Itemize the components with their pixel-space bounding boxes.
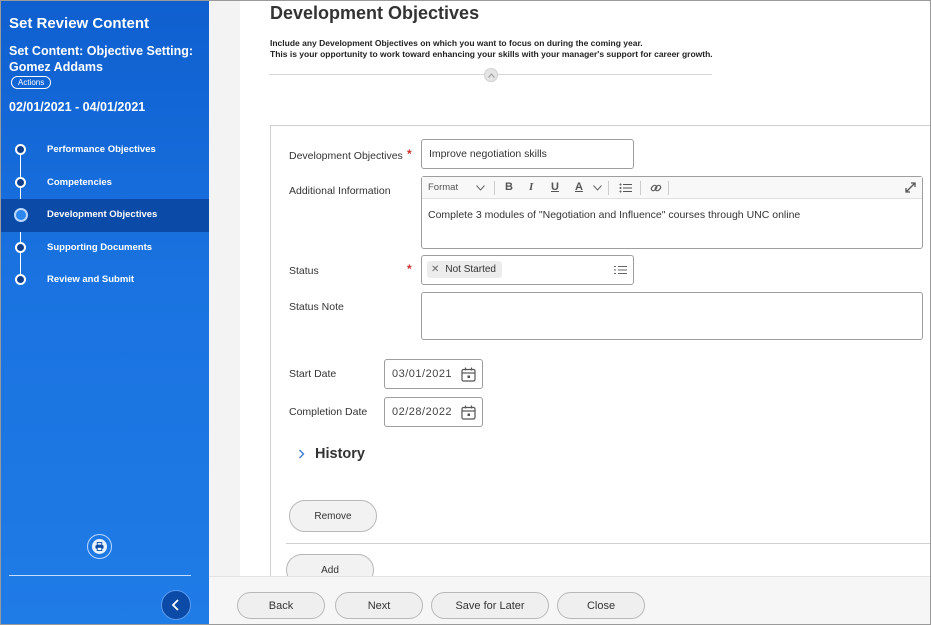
- toolbar-separator: [608, 181, 609, 195]
- status-chip: ✕ Not Started: [427, 261, 502, 278]
- description-line: This is your opportunity to work toward …: [270, 49, 713, 59]
- description-line: Include any Development Objectives on wh…: [270, 38, 643, 48]
- sidebar-subtitle: Set Content: Objective Setting: Gomez Ad…: [9, 44, 194, 74]
- font-color-button[interactable]: A: [575, 181, 583, 193]
- start-date-label: Start Date: [289, 368, 337, 380]
- toolbar-separator: [668, 181, 669, 195]
- chevron-right-icon: [299, 449, 305, 459]
- required-marker: *: [407, 147, 412, 161]
- step-list: Performance Objectives Competencies Deve…: [1, 134, 209, 297]
- calendar-icon[interactable]: [461, 367, 476, 382]
- expand-icon[interactable]: [905, 182, 916, 193]
- completion-date-value: 02/28/2022: [392, 406, 453, 418]
- calendar-icon[interactable]: [461, 405, 476, 420]
- editor-toolbar: Format B I U A: [422, 177, 922, 199]
- step-dot-active: [13, 208, 28, 222]
- objective-card: Development Objectives * Improve negotia…: [270, 125, 930, 586]
- start-date-input[interactable]: 03/01/2021: [384, 359, 483, 389]
- printer-icon: [92, 539, 107, 554]
- step-competencies[interactable]: Competencies: [1, 167, 209, 200]
- format-dropdown[interactable]: Format: [428, 182, 458, 193]
- bulleted-list-icon[interactable]: [619, 183, 632, 193]
- required-marker: *: [407, 262, 412, 276]
- close-button[interactable]: Close: [557, 592, 645, 619]
- chevron-down-icon: [476, 185, 485, 191]
- back-button[interactable]: Back: [237, 592, 325, 619]
- step-review-and-submit[interactable]: Review and Submit: [1, 264, 209, 297]
- step-dot: [15, 144, 26, 155]
- step-dot: [15, 176, 26, 188]
- sidebar: Set Review Content Set Content: Objectiv…: [1, 1, 209, 624]
- sidebar-title: Set Review Content: [9, 15, 150, 32]
- dev-objective-label: Development Objectives: [289, 150, 403, 162]
- toolbar-separator: [494, 181, 495, 195]
- link-icon[interactable]: [650, 182, 662, 194]
- footer-bar: Back Next Save for Later Close: [209, 576, 930, 624]
- print-button[interactable]: [87, 534, 112, 559]
- app-window: Set Review Content Set Content: Objectiv…: [0, 0, 931, 625]
- step-development-objectives[interactable]: Development Objectives: [1, 199, 209, 232]
- card-divider: [286, 543, 930, 544]
- actions-button[interactable]: Actions: [11, 76, 52, 89]
- completion-date-label: Completion Date: [289, 406, 368, 418]
- step-label: Development Objectives: [47, 209, 158, 220]
- step-label: Review and Submit: [47, 274, 135, 285]
- chevron-up-icon: [487, 72, 495, 78]
- dev-objective-input[interactable]: Improve negotiation skills: [421, 139, 634, 169]
- next-button[interactable]: Next: [335, 592, 423, 619]
- history-toggle[interactable]: History: [298, 446, 365, 462]
- sidebar-divider: [9, 575, 191, 576]
- page-title: Development Objectives: [270, 3, 480, 23]
- collapse-sidebar-button[interactable]: [161, 590, 191, 620]
- step-label: Performance Objectives: [47, 144, 156, 155]
- step-dot: [15, 274, 26, 285]
- additional-info-value: Complete 3 modules of "Negotiation and I…: [428, 209, 801, 221]
- history-label: History: [315, 446, 365, 462]
- date-range: 02/01/2021 - 04/01/2021: [9, 100, 146, 114]
- remove-chip-icon[interactable]: ✕: [431, 264, 439, 275]
- left-gutter: [209, 1, 240, 576]
- main-content: Development Objectives Include any Devel…: [209, 1, 930, 624]
- start-date-value: 03/01/2021: [392, 368, 453, 380]
- bold-button[interactable]: B: [505, 181, 513, 193]
- status-chip-label: Not Started: [445, 264, 496, 275]
- dev-objective-value: Improve negotiation skills: [429, 148, 547, 160]
- remove-button[interactable]: Remove: [289, 500, 377, 532]
- additional-info-label: Additional Information: [289, 185, 391, 197]
- save-for-later-button[interactable]: Save for Later: [431, 592, 549, 619]
- step-supporting-documents[interactable]: Supporting Documents: [1, 232, 209, 265]
- list-prompt-icon[interactable]: [614, 265, 627, 275]
- underline-button[interactable]: U: [551, 181, 559, 193]
- chevron-down-icon: [593, 185, 602, 191]
- status-label: Status: [289, 265, 319, 277]
- page-description: Include any Development Objectives on wh…: [270, 38, 713, 60]
- step-dot: [15, 241, 26, 253]
- step-label: Competencies: [47, 176, 112, 188]
- collapse-description-button[interactable]: [484, 68, 498, 82]
- completion-date-input[interactable]: 02/28/2022: [384, 397, 483, 427]
- step-label: Supporting Documents: [47, 241, 153, 253]
- italic-button[interactable]: I: [529, 181, 533, 193]
- additional-info-editor[interactable]: Format B I U A Complete 3 modules of "Ne…: [421, 176, 923, 249]
- toolbar-separator: [640, 181, 641, 195]
- chevron-left-icon: [171, 599, 179, 611]
- status-note-label: Status Note: [289, 301, 344, 313]
- status-multiselect[interactable]: ✕ Not Started: [421, 255, 634, 285]
- status-note-textarea[interactable]: [421, 292, 923, 340]
- step-performance-objectives[interactable]: Performance Objectives: [1, 134, 209, 167]
